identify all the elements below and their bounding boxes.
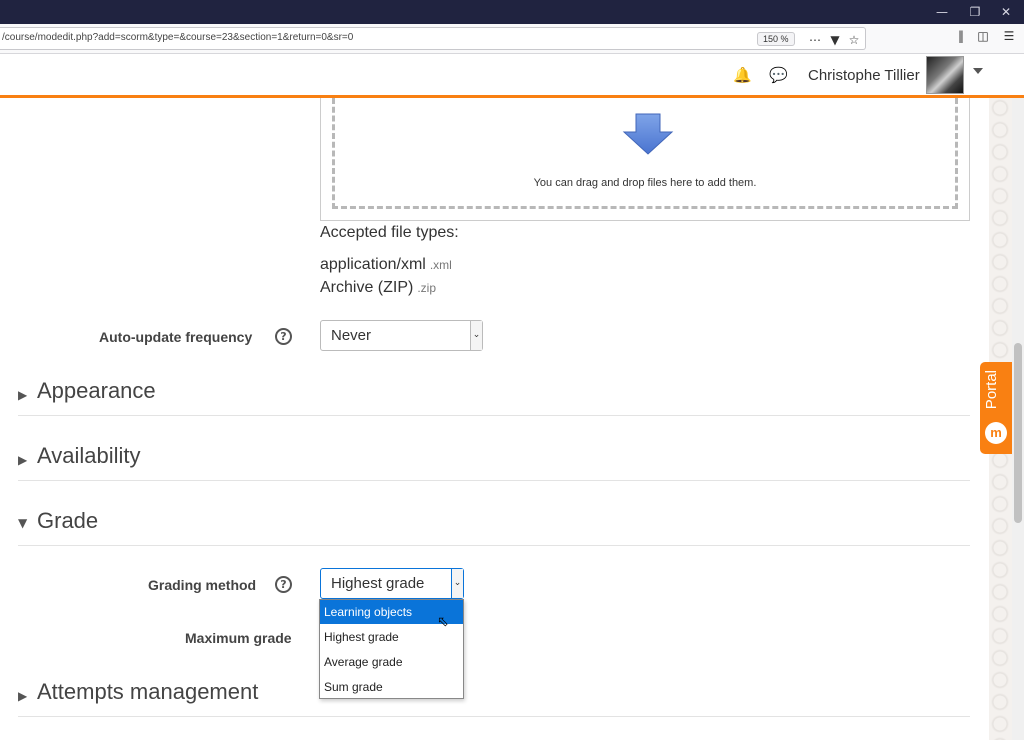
portal-label[interactable]: Portal	[983, 370, 1000, 409]
dropzone-hint: You can drag and drop files here to add …	[533, 177, 757, 189]
chevron-down-icon: ⌄	[470, 321, 482, 350]
auto-update-value: Never	[331, 327, 372, 344]
grading-method-select[interactable]: Highest grade ⌄	[320, 568, 464, 599]
url-text[interactable]: /course/modedit.php?add=scorm&type=&cour…	[2, 32, 353, 43]
section-grade[interactable]: ▼ Grade	[18, 504, 970, 546]
bookmark-star-icon[interactable]: ☆	[845, 31, 863, 49]
caret-right-icon: ▶	[18, 388, 28, 402]
browser-titlebar: — ❐ ✕	[0, 0, 1024, 24]
filetype-extension: .xml	[429, 258, 452, 272]
caret-down-icon: ▼	[18, 516, 28, 530]
auto-update-select[interactable]: Never ⌄	[320, 320, 483, 351]
chevron-down-icon: ⌄	[451, 569, 463, 598]
filetype-name: Archive (ZIP)	[320, 279, 414, 296]
avatar[interactable]	[926, 56, 964, 94]
moodle-logo-icon: m	[985, 422, 1007, 444]
close-icon[interactable]: ✕	[996, 3, 1016, 21]
section-appearance[interactable]: ▶ Appearance	[18, 374, 970, 416]
file-dropzone[interactable]: You can drag and drop files here to add …	[332, 98, 958, 209]
page-actions-icon[interactable]: ⋯	[806, 31, 824, 49]
section-title[interactable]: Availability	[37, 443, 141, 469]
url-bar[interactable]: /course/modedit.php?add=scorm&type=&cour…	[0, 27, 866, 50]
auto-update-label: Auto-update frequency	[99, 329, 253, 345]
grading-method-value: Highest grade	[331, 575, 425, 592]
library-icon[interactable]: ‖	[952, 27, 970, 45]
page-scrollbar[interactable]	[1012, 98, 1024, 740]
filetype-name: application/xml	[320, 256, 426, 273]
maximum-grade-label: Maximum grade	[185, 630, 292, 646]
section-title[interactable]: Grade	[37, 508, 98, 534]
chat-icon[interactable]: 💬	[769, 66, 788, 84]
caret-right-icon: ▶	[18, 453, 28, 467]
filetype-extension: .zip	[417, 281, 437, 295]
help-icon[interactable]: ?	[275, 576, 292, 593]
portal-tab[interactable]: Portal m	[980, 362, 1012, 454]
bell-icon[interactable]: 🔔	[733, 66, 752, 84]
filepicker-container: You can drag and drop files here to add …	[320, 98, 970, 221]
filetype-item: Archive (ZIP) .zip	[320, 279, 436, 297]
caret-right-icon: ▶	[18, 689, 28, 703]
user-name[interactable]: Christophe Tillier	[808, 67, 920, 84]
section-attempts-management[interactable]: ▶ Attempts management	[18, 675, 970, 717]
browser-toolbar: /course/modedit.php?add=scorm&type=&cour…	[0, 24, 1024, 54]
option-average-grade[interactable]: Average grade	[320, 650, 463, 674]
zoom-level-badge[interactable]: 150 %	[757, 32, 795, 46]
restore-icon[interactable]: ❐	[965, 3, 985, 21]
filetype-item: application/xml .xml	[320, 256, 452, 274]
mouse-cursor-icon: ⬁	[437, 614, 449, 630]
option-sum-grade[interactable]: Sum grade	[320, 675, 463, 699]
scrollbar-thumb[interactable]	[1014, 343, 1022, 523]
section-title[interactable]: Attempts management	[37, 679, 258, 705]
grading-method-label: Grading method	[148, 577, 257, 593]
pocket-icon[interactable]: ▼	[826, 31, 844, 49]
site-header: 🔔 💬 Christophe Tillier	[0, 54, 1024, 98]
user-menu-chevron-down-icon[interactable]	[973, 68, 983, 74]
section-availability[interactable]: ▶ Availability	[18, 439, 970, 481]
help-icon[interactable]: ?	[275, 328, 292, 345]
accepted-types-label: Accepted file types:	[320, 224, 459, 241]
minimize-icon[interactable]: —	[932, 3, 952, 21]
download-arrow-icon	[622, 113, 674, 155]
section-title[interactable]: Appearance	[37, 378, 156, 404]
sidebar-icon[interactable]: ◫	[974, 27, 992, 45]
menu-icon[interactable]: ☰	[1000, 27, 1018, 45]
